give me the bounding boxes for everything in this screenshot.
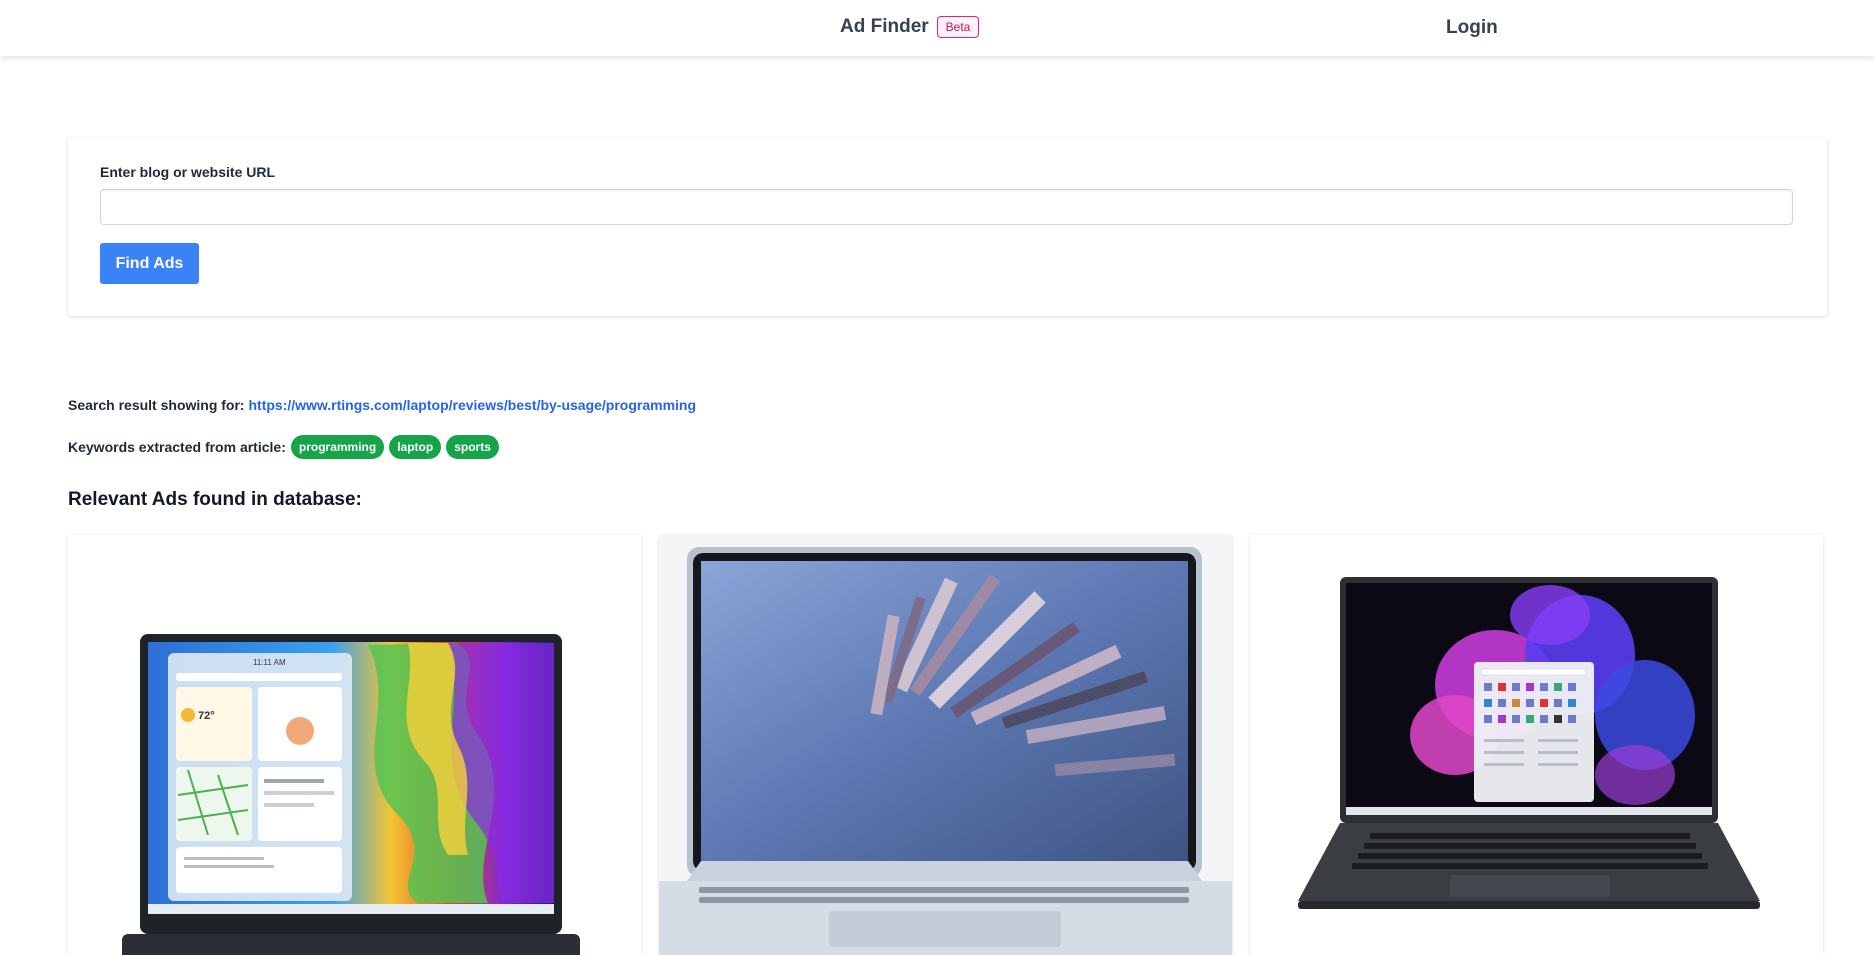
- url-field-label: Enter blog or website URL: [100, 164, 276, 180]
- search-result-info: Search result showing for: https://www.r…: [68, 397, 696, 413]
- brand[interactable]: Ad Finder Beta: [840, 16, 980, 38]
- ad-card[interactable]: [659, 535, 1232, 955]
- url-search-card: Enter blog or website URL Find Ads: [68, 138, 1827, 316]
- app-title: Ad Finder: [840, 16, 929, 37]
- search-result-label: Search result showing for:: [68, 397, 245, 413]
- search-result-url-link[interactable]: https://www.rtings.com/laptop/reviews/be…: [248, 397, 696, 413]
- ad-card[interactable]: 11:11 AM 72°: [68, 535, 641, 955]
- top-navbar: Ad Finder Beta Login: [0, 0, 1875, 56]
- keyword-badge: sports: [446, 435, 499, 459]
- ad-card[interactable]: [1250, 535, 1823, 955]
- laptop-image: [659, 547, 1232, 955]
- keyword-badge: laptop: [389, 435, 442, 459]
- widget-time: 11:11 AM: [253, 658, 286, 667]
- ads-grid: 11:11 AM 72°: [68, 535, 1827, 955]
- login-link[interactable]: Login: [1446, 17, 1498, 39]
- keywords-row: Keywords extracted from article: program…: [68, 435, 499, 459]
- widget-temperature: 72°: [198, 710, 215, 722]
- keyword-badge: programming: [290, 435, 385, 459]
- find-ads-button[interactable]: Find Ads: [100, 243, 199, 284]
- keywords-label: Keywords extracted from article:: [68, 439, 286, 455]
- relevant-ads-heading: Relevant Ads found in database:: [68, 489, 362, 510]
- url-input[interactable]: [100, 189, 1793, 225]
- laptop-image: [1298, 577, 1760, 909]
- laptop-image: 11:11 AM 72°: [122, 634, 580, 955]
- beta-badge: Beta: [936, 16, 980, 38]
